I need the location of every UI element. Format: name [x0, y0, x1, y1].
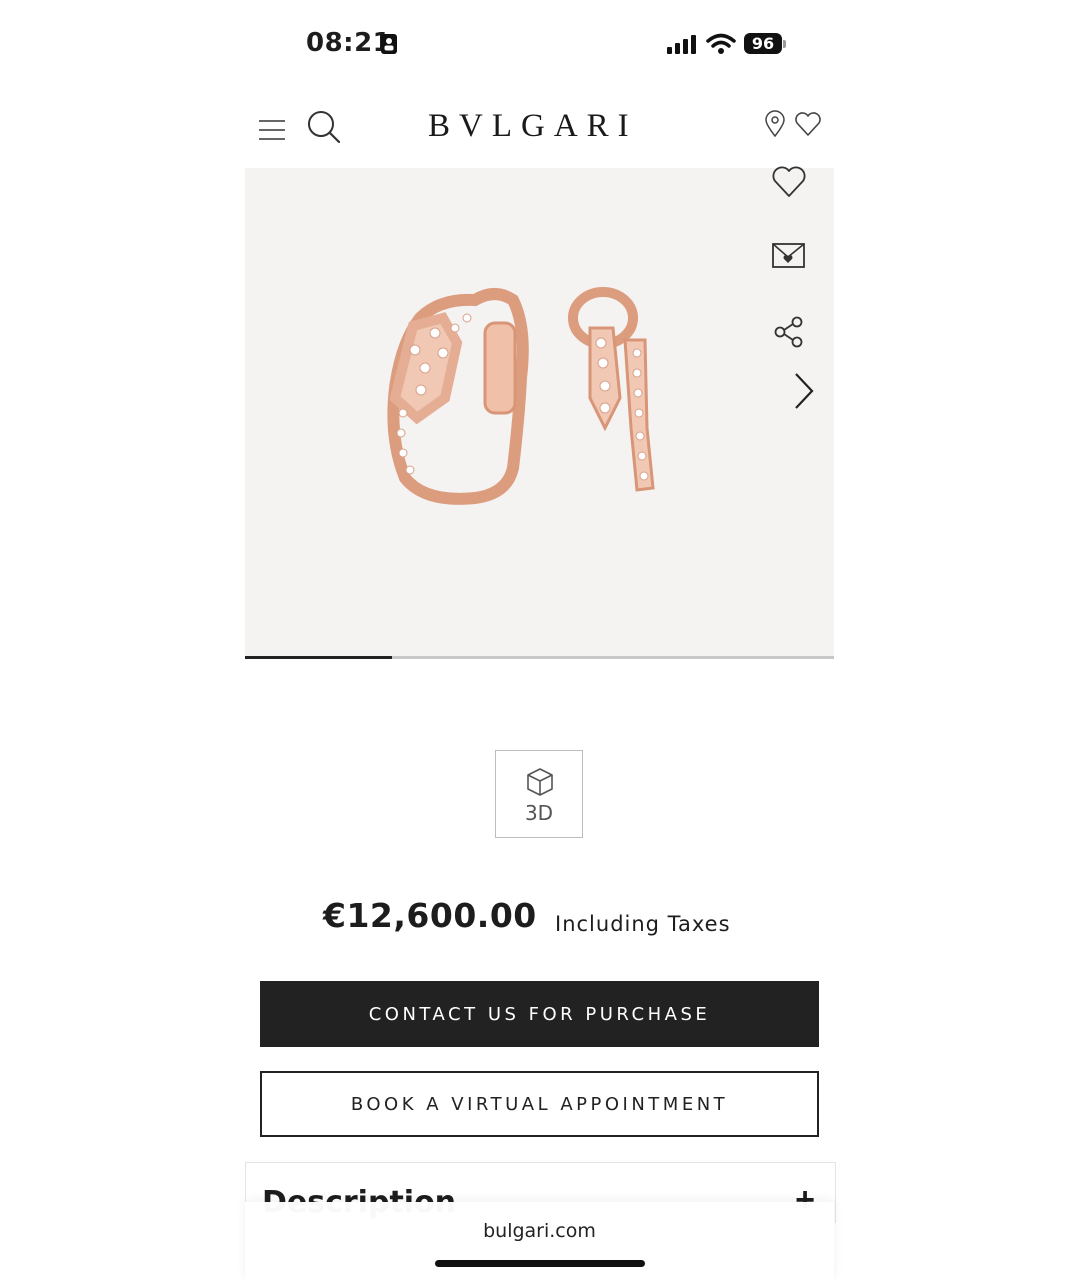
cube-icon [527, 768, 553, 796]
chevron-right-icon[interactable] [793, 372, 815, 410]
wishlist-heart-icon[interactable] [794, 111, 822, 137]
gallery-progress-bar [245, 656, 834, 659]
home-indicator[interactable] [435, 1260, 645, 1267]
browser-url-bar[interactable]: bulgari.com [245, 1202, 834, 1280]
email-icon[interactable] [772, 243, 806, 269]
url-text[interactable]: bulgari.com [245, 1220, 834, 1242]
view-3d-button[interactable]: 3D [495, 750, 583, 838]
signal-icon [667, 35, 696, 54]
favorite-heart-icon[interactable] [771, 166, 807, 198]
product-image-earrings [387, 287, 655, 505]
battery-icon: 96 [744, 33, 782, 54]
tax-note: Including Taxes [555, 912, 731, 936]
book-appointment-button[interactable]: BOOK A VIRTUAL APPOINTMENT [260, 1071, 819, 1137]
status-time: 08:21 [306, 28, 392, 58]
brand-logo[interactable]: BVLGARI [428, 108, 654, 145]
location-pin-icon[interactable] [764, 110, 786, 138]
search-icon[interactable] [306, 109, 342, 145]
product-price: €12,600.00 [323, 896, 537, 935]
person-badge-icon [381, 34, 397, 54]
share-icon[interactable] [773, 316, 805, 348]
menu-icon[interactable] [258, 118, 286, 142]
product-image-gallery[interactable] [245, 168, 834, 658]
battery-cap [783, 40, 786, 48]
wifi-icon [706, 33, 736, 54]
view-3d-label: 3D [524, 801, 554, 825]
gallery-progress-fill [245, 656, 393, 659]
contact-purchase-button[interactable]: CONTACT US FOR PURCHASE [260, 981, 819, 1047]
